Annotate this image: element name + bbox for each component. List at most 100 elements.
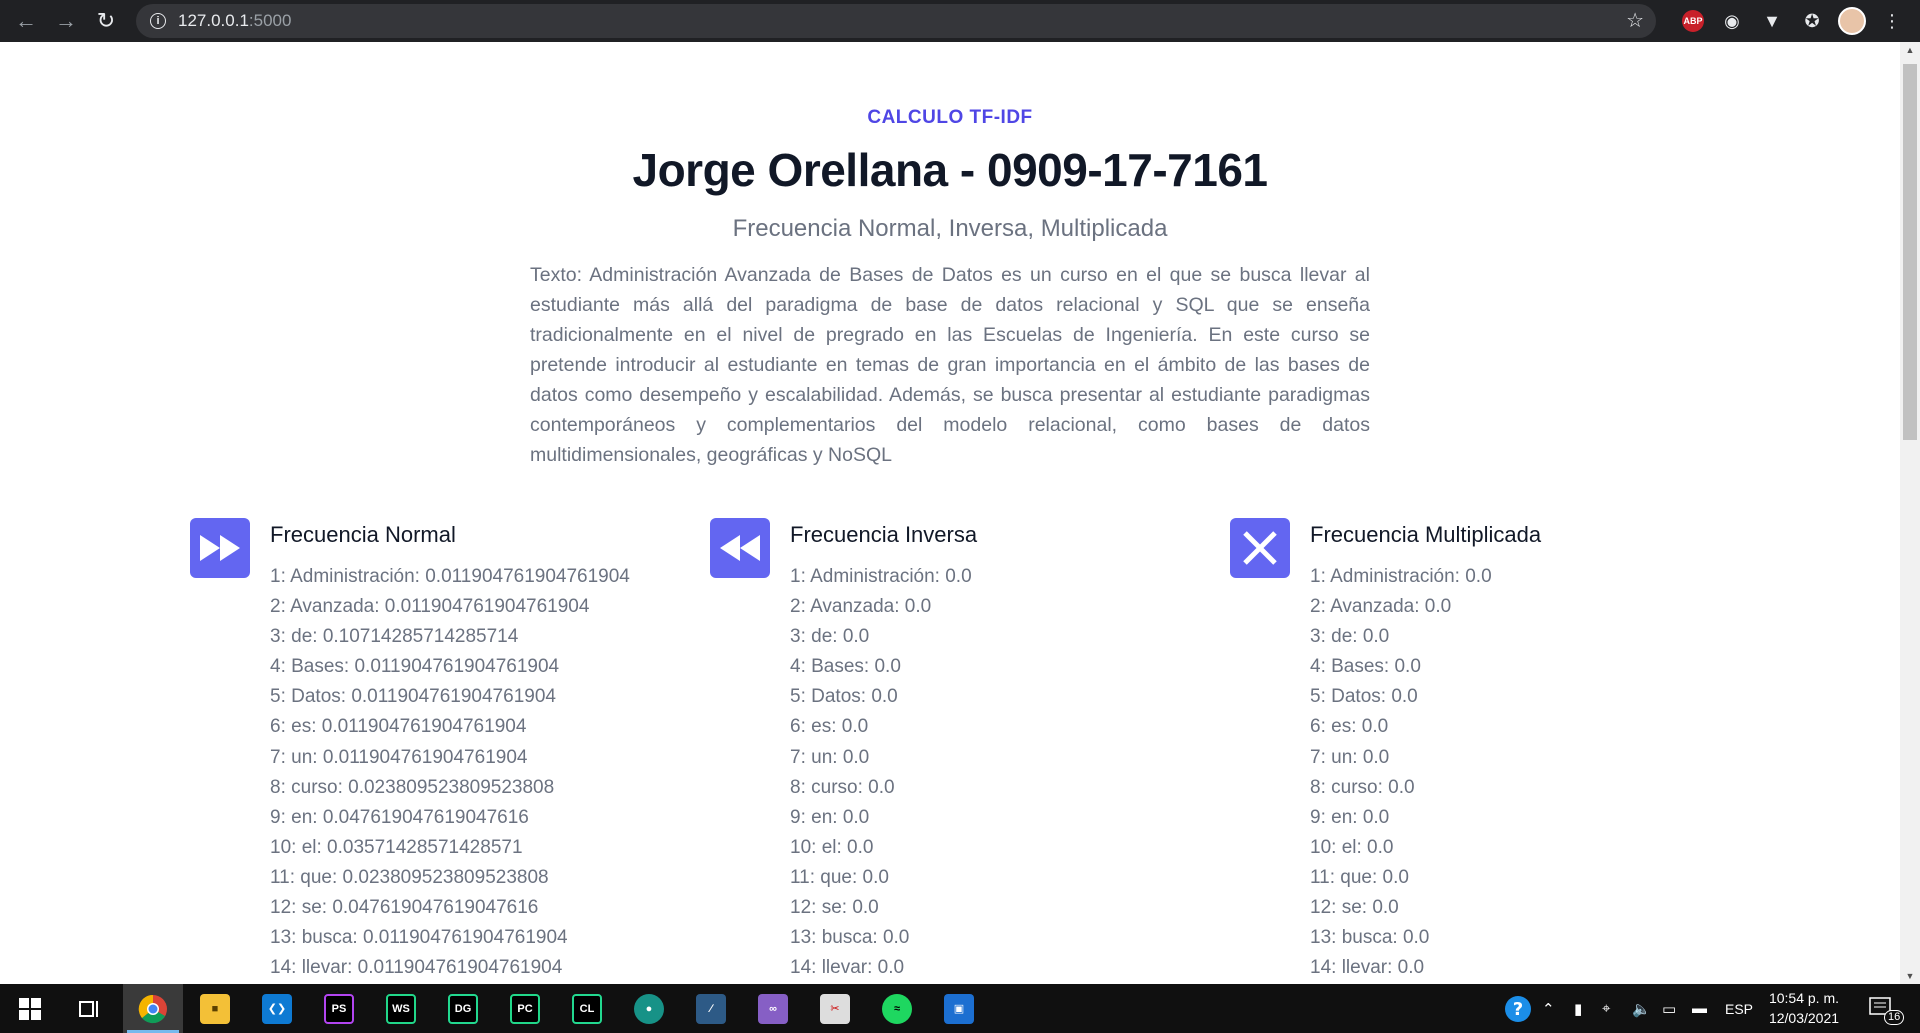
- fast-forward-icon: [190, 518, 250, 578]
- list-item: 10: el: 0.03571428571428571: [270, 836, 523, 858]
- language-indicator[interactable]: ESP: [1725, 984, 1753, 1033]
- taskbar-clion[interactable]: CL: [557, 984, 617, 1033]
- list-item: 7: un: 0.0: [790, 746, 870, 768]
- network-icon[interactable]: ▭: [1662, 984, 1676, 1033]
- taskbar-pycharm[interactable]: PC: [495, 984, 555, 1033]
- extensions-puzzle-icon[interactable]: ✪: [1798, 7, 1826, 35]
- notification-count: 16: [1884, 1010, 1905, 1025]
- volume-icon[interactable]: 🔈: [1632, 984, 1651, 1033]
- list-item: 1: Administración: 0.0: [1310, 566, 1492, 587]
- windows-taskbar: ■ ❮❯ PS WS DG PC CL ● ∕ ∞ ✂ ≈ ▣ ? ⌃ ▮ ⌖ …: [0, 984, 1920, 1033]
- clock-date: 12/03/2021: [1768, 1010, 1840, 1026]
- start-windows-icon[interactable]: [0, 984, 60, 1033]
- eyebrow-label: CALCULO TF-IDF: [867, 107, 1033, 128]
- list-item: 3: de: 0.0: [790, 626, 870, 648]
- term-list: 1: Administración: 0.0 2: Avanzada: 0.0 …: [1310, 562, 1492, 983]
- sync-icon[interactable]: ⌖: [1602, 984, 1610, 1033]
- taskbar-visual-studio[interactable]: ∞: [743, 984, 803, 1033]
- scroll-thumb[interactable]: [1903, 64, 1917, 440]
- list-item: 9: en: 0.047619047619047616: [270, 806, 529, 828]
- taskbar-webstorm[interactable]: WS: [371, 984, 431, 1033]
- profile-avatar[interactable]: [1838, 7, 1866, 35]
- bookmark-star-icon[interactable]: ☆: [1626, 8, 1644, 33]
- list-item: 4: Bases: 0.0: [790, 656, 901, 678]
- back-button[interactable]: ←: [8, 3, 44, 39]
- multiply-x-icon: [1230, 518, 1290, 578]
- taskbar-gitkraken[interactable]: ●: [619, 984, 679, 1033]
- list-item: 12: se: 0.0: [1310, 897, 1399, 919]
- page-scrollbar[interactable]: ▲ ▼: [1900, 42, 1920, 984]
- extension-v-icon[interactable]: ▼: [1758, 7, 1786, 35]
- list-item: 3: de: 0.10714285714285714: [270, 626, 519, 648]
- task-view-icon[interactable]: [60, 984, 120, 1033]
- taskbar-phpstorm[interactable]: PS: [309, 984, 369, 1033]
- forward-button[interactable]: →: [48, 3, 84, 39]
- site-info-icon[interactable]: i: [150, 13, 166, 29]
- list-item: 8: curso: 0.0: [1310, 776, 1415, 798]
- notifications-icon[interactable]: 16: [1868, 984, 1905, 1033]
- list-item: 8: curso: 0.023809523809523808: [270, 776, 555, 798]
- list-item: 14: llevar: 0.0: [1310, 957, 1425, 979]
- taskbar-remote-desktop[interactable]: ▣: [929, 984, 989, 1033]
- adblock-extension-icon[interactable]: ABP: [1682, 10, 1704, 32]
- list-item: 9: en: 0.0: [1310, 806, 1390, 828]
- extension-circle-icon[interactable]: ◉: [1718, 7, 1746, 35]
- list-item: 14: llevar: 0.011904761904761904: [270, 957, 563, 979]
- taskbar-snipping-tool[interactable]: ✂: [805, 984, 865, 1033]
- taskbar-datagrip[interactable]: DG: [433, 984, 493, 1033]
- taskbar-chrome[interactable]: [123, 984, 183, 1033]
- list-item: 1: Administración: 0.0: [790, 566, 972, 587]
- reload-button[interactable]: ↻: [88, 3, 124, 39]
- address-bar[interactable]: i 127.0.0.1:5000 ☆: [136, 4, 1656, 38]
- section-title: Frecuencia Multiplicada: [1310, 522, 1542, 547]
- taskbar-spotify[interactable]: ≈: [867, 984, 927, 1033]
- browser-toolbar: ← → ↻ i 127.0.0.1:5000 ☆ ABP ◉ ▼ ✪ ⋮: [0, 0, 1920, 42]
- list-item: 13: busca: 0.0: [790, 927, 910, 949]
- list-item: 8: curso: 0.0: [790, 776, 895, 798]
- battery-icon[interactable]: ▬: [1692, 984, 1707, 1033]
- page-content: CALCULO TF-IDF Jorge Orellana - 0909-17-…: [0, 42, 1900, 984]
- microphone-icon[interactable]: ▮: [1574, 984, 1582, 1033]
- list-item: 2: Avanzada: 0.0: [1310, 596, 1452, 618]
- list-item: 2: Avanzada: 0.0: [790, 596, 932, 618]
- help-icon[interactable]: ?: [1504, 984, 1532, 1033]
- scroll-up-icon[interactable]: ▲: [1900, 42, 1920, 58]
- list-item: 12: se: 0.0: [790, 897, 879, 919]
- list-item: 6: es: 0.0: [1310, 716, 1389, 738]
- list-item: 10: el: 0.0: [1310, 836, 1394, 858]
- system-clock[interactable]: 10:54 p. m. 12/03/2021: [1754, 988, 1854, 1028]
- source-text: Texto: Administración Avanzada de Bases …: [530, 264, 1370, 466]
- list-item: 5: Datos: 0.011904761904761904: [270, 686, 556, 708]
- list-item: 13: busca: 0.0: [1310, 927, 1430, 949]
- list-item: 12: se: 0.047619047619047616: [270, 897, 539, 919]
- scroll-down-icon[interactable]: ▼: [1900, 968, 1920, 984]
- list-item: 6: es: 0.011904761904761904: [270, 716, 527, 738]
- taskbar-file-explorer[interactable]: ■: [185, 984, 245, 1033]
- list-item: 11: que: 0.0: [790, 866, 889, 888]
- list-item: 4: Bases: 0.011904761904761904: [270, 656, 560, 678]
- list-item: 13: busca: 0.011904761904761904: [270, 927, 568, 949]
- svg-text:?: ?: [1513, 999, 1523, 1020]
- term-list: 1: Administración: 0.011904761904761904 …: [270, 562, 630, 983]
- list-item: 11: que: 0.023809523809523808: [270, 866, 549, 888]
- list-item: 14: llevar: 0.0: [790, 957, 905, 979]
- list-item: 3: de: 0.0: [1310, 626, 1390, 648]
- list-item: 6: es: 0.0: [790, 716, 869, 738]
- rewind-icon: [710, 518, 770, 578]
- list-item: 7: un: 0.0: [1310, 746, 1390, 768]
- section-title: Frecuencia Inversa: [790, 522, 978, 547]
- section-title: Frecuencia Normal: [270, 522, 456, 547]
- taskbar-vscode[interactable]: ❮❯: [247, 984, 307, 1033]
- list-item: 4: Bases: 0.0: [1310, 656, 1421, 678]
- list-item: 10: el: 0.0: [790, 836, 874, 858]
- taskbar-mysql-workbench[interactable]: ∕: [681, 984, 741, 1033]
- page-subtitle: Frecuencia Normal, Inversa, Multiplicada: [732, 215, 1168, 242]
- list-item: 5: Datos: 0.0: [1310, 686, 1418, 708]
- browser-menu-icon[interactable]: ⋮: [1878, 7, 1906, 35]
- url-text[interactable]: 127.0.0.1:5000: [178, 11, 291, 31]
- list-item: 9: en: 0.0: [790, 806, 870, 828]
- list-item: 11: que: 0.0: [1310, 866, 1409, 888]
- list-item: 2: Avanzada: 0.011904761904761904: [270, 596, 590, 618]
- show-hidden-icons-icon[interactable]: ⌃: [1542, 984, 1555, 1033]
- list-item: 1: Administración: 0.011904761904761904: [270, 566, 630, 587]
